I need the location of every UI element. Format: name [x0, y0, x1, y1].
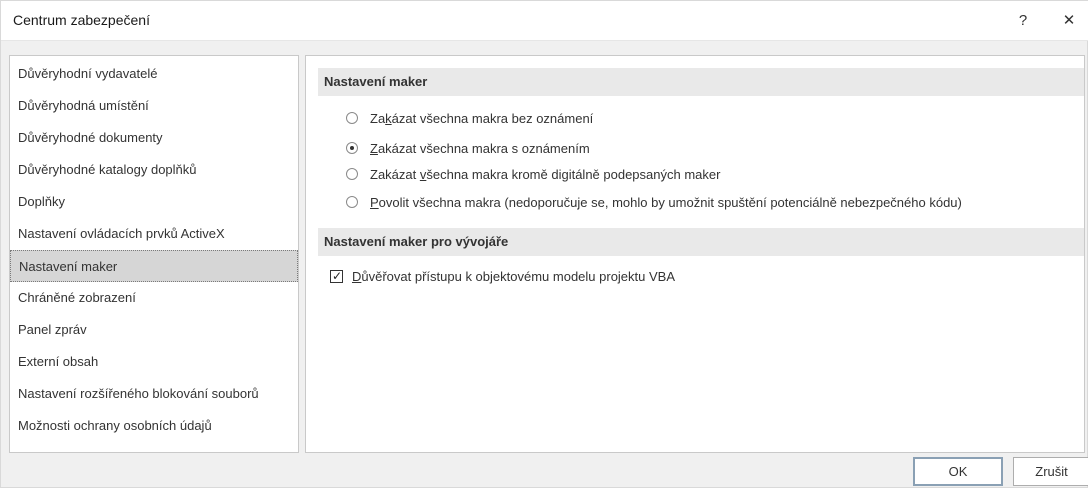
- radio-label: Zakázat všechna makra s oznámením: [370, 141, 590, 156]
- help-icon[interactable]: ?: [1003, 1, 1043, 41]
- trust-center-dialog: Centrum zabezpečení ? ✕ Důvěryhodní vyda…: [0, 0, 1088, 488]
- sidebar-item-macro-settings[interactable]: Nastavení maker: [10, 250, 298, 282]
- category-list: Důvěryhodní vydavatelé Důvěryhodná umíst…: [9, 55, 299, 453]
- radio-button[interactable]: [346, 168, 358, 180]
- sidebar-item-trusted-locations[interactable]: Důvěryhodná umístění: [10, 90, 298, 122]
- sidebar-item-trusted-addin-catalogs[interactable]: Důvěryhodné katalogy doplňků: [10, 154, 298, 186]
- close-icon[interactable]: ✕: [1049, 1, 1088, 41]
- checkmark-icon: ✓: [332, 269, 343, 283]
- sidebar-item-addins[interactable]: Doplňky: [10, 186, 298, 218]
- radio-button-selected[interactable]: [346, 142, 358, 154]
- cancel-button[interactable]: Zrušit: [1013, 457, 1088, 486]
- sidebar-item-protected-view[interactable]: Chráněné zobrazení: [10, 282, 298, 314]
- radio-label: Zakázat všechna makra kromě digitálně po…: [370, 167, 721, 182]
- sidebar-item-trusted-documents[interactable]: Důvěryhodné dokumenty: [10, 122, 298, 154]
- dialog-title: Centrum zabezpečení: [13, 12, 150, 28]
- sidebar-item-privacy-options[interactable]: Možnosti ochrany osobních údajů: [10, 410, 298, 442]
- sidebar-item-message-bar[interactable]: Panel zpráv: [10, 314, 298, 346]
- settings-panel: Nastavení maker Zakázat všechna makra be…: [305, 55, 1085, 453]
- ok-button[interactable]: OK: [913, 457, 1003, 486]
- radio-button[interactable]: [346, 196, 358, 208]
- sidebar-item-external-content[interactable]: Externí obsah: [10, 346, 298, 378]
- vba-trust-checkbox[interactable]: ✓: [330, 269, 343, 283]
- vba-trust-label: Důvěřovat přístupu k objektovému modelu …: [352, 269, 676, 284]
- radio-label: Zakázat všechna makra bez oznámení: [370, 111, 594, 126]
- macro-settings-header: Nastavení maker: [318, 68, 1084, 96]
- title-bar: Centrum zabezpečení ? ✕: [1, 1, 1088, 41]
- radio-label: Povolit všechna makra (nedoporučuje se, …: [370, 195, 962, 210]
- developer-settings-header: Nastavení maker pro vývojáře: [318, 228, 1084, 256]
- sidebar-item-trusted-publishers[interactable]: Důvěryhodní vydavatelé: [10, 58, 298, 90]
- radio-button[interactable]: [346, 112, 358, 124]
- sidebar-item-activex-settings[interactable]: Nastavení ovládacích prvků ActiveX: [10, 218, 298, 250]
- sidebar-item-file-block-settings[interactable]: Nastavení rozšířeného blokování souborů: [10, 378, 298, 410]
